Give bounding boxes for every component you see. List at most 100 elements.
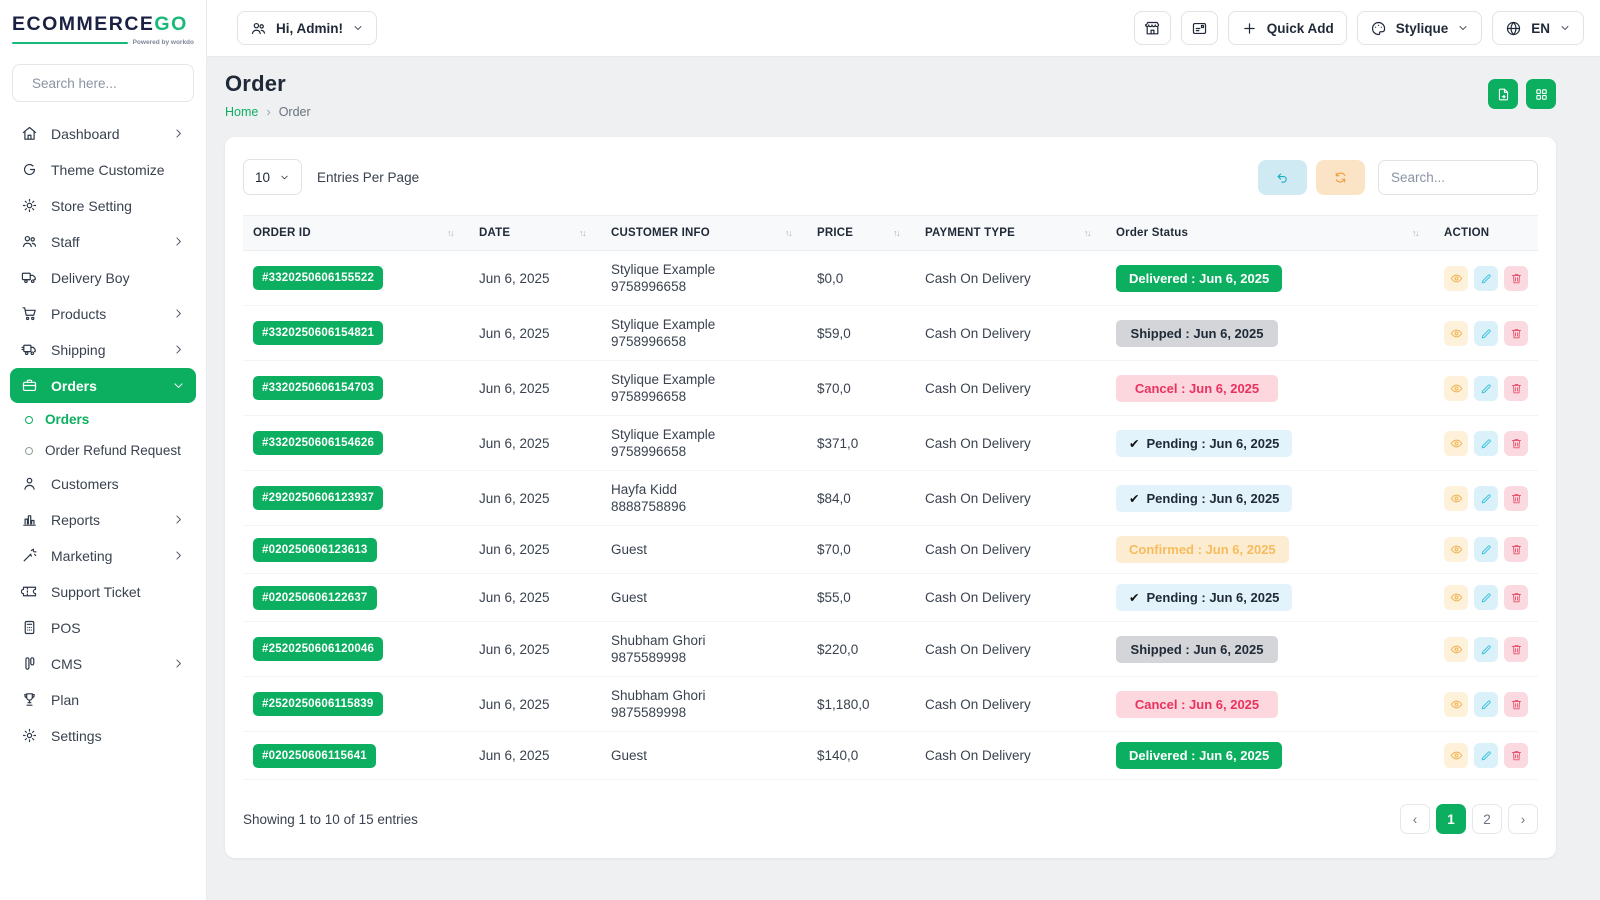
edit-order-button[interactable] [1474, 743, 1498, 768]
sort-icon[interactable]: ↑↓ [1084, 228, 1096, 238]
pagination-page-1[interactable]: 1 [1436, 804, 1466, 834]
status-label: Pending : Jun 6, 2025 [1146, 590, 1279, 605]
edit-order-button[interactable] [1474, 486, 1498, 511]
page-number: 2 [1483, 812, 1491, 827]
edit-order-button[interactable] [1474, 692, 1498, 717]
view-order-button[interactable] [1444, 637, 1468, 662]
view-order-button[interactable] [1444, 266, 1468, 291]
grid-view-button[interactable] [1526, 79, 1556, 109]
payment-type: Cash On Delivery [915, 251, 1106, 306]
storefront-button[interactable] [1134, 11, 1171, 45]
sidebar-item-label: Store Setting [51, 198, 132, 214]
sort-icon[interactable]: ↑↓ [893, 228, 905, 238]
sidebar-item-dashboard[interactable]: Dashboard [10, 116, 196, 151]
theme-select-button[interactable]: Stylique [1357, 11, 1483, 45]
sidebar-item-products[interactable]: Products [10, 296, 196, 331]
view-order-button[interactable] [1444, 743, 1468, 768]
export-button[interactable] [1488, 79, 1518, 109]
sidebar-search-input[interactable] [32, 76, 207, 91]
edit-order-button[interactable] [1474, 537, 1498, 562]
view-order-button[interactable] [1444, 431, 1468, 456]
sidebar-item-plan[interactable]: Plan [10, 682, 196, 717]
delete-order-button[interactable] [1504, 743, 1528, 768]
sidebar-item-store-setting[interactable]: Store Setting [10, 188, 196, 223]
delete-order-button[interactable] [1504, 376, 1528, 401]
table-row: #3320250606155522Jun 6, 2025Stylique Exa… [243, 251, 1538, 306]
sidebar-item-customers[interactable]: Customers [10, 466, 196, 501]
column-header-customer-info[interactable]: CUSTOMER INFO↑↓ [601, 216, 807, 251]
view-order-button[interactable] [1444, 537, 1468, 562]
edit-order-button[interactable] [1474, 637, 1498, 662]
edit-order-button[interactable] [1474, 431, 1498, 456]
sort-icon[interactable]: ↑↓ [1412, 228, 1424, 238]
delete-order-button[interactable] [1504, 637, 1528, 662]
orders-table-body: #3320250606155522Jun 6, 2025Stylique Exa… [243, 251, 1538, 780]
delete-order-button[interactable] [1504, 692, 1528, 717]
sidebar-item-marketing[interactable]: Marketing [10, 538, 196, 573]
order-id-badge[interactable]: #3320250606154626 [253, 431, 383, 455]
sidebar-item-settings[interactable]: Settings [10, 718, 196, 753]
sidebar-item-orders[interactable]: Orders [10, 368, 196, 403]
order-id-badge[interactable]: #3320250606154703 [253, 376, 383, 400]
view-order-button[interactable] [1444, 692, 1468, 717]
delete-order-button[interactable] [1504, 321, 1528, 346]
view-order-button[interactable] [1444, 486, 1468, 511]
view-order-button[interactable] [1444, 321, 1468, 346]
edit-order-button[interactable] [1474, 585, 1498, 610]
delete-order-button[interactable] [1504, 537, 1528, 562]
quick-add-button[interactable]: Quick Add [1228, 11, 1347, 45]
sidebar-item-shipping[interactable]: Shipping [10, 332, 196, 367]
sort-icon[interactable]: ↑↓ [785, 228, 797, 238]
pagination-page-2[interactable]: 2 [1472, 804, 1502, 834]
edit-order-button[interactable] [1474, 266, 1498, 291]
admin-menu-button[interactable]: Hi, Admin! [237, 11, 377, 45]
edit-order-button[interactable] [1474, 376, 1498, 401]
sidebar-item-support-ticket[interactable]: Support Ticket [10, 574, 196, 609]
edit-order-button[interactable] [1474, 321, 1498, 346]
column-header-order-id[interactable]: ORDER ID↑↓ [243, 216, 469, 251]
undo-button[interactable] [1258, 160, 1307, 195]
column-header-payment-type[interactable]: PAYMENT TYPE↑↓ [915, 216, 1106, 251]
column-header-date[interactable]: DATE↑↓ [469, 216, 601, 251]
sidebar-item-cms[interactable]: CMS [10, 646, 196, 681]
order-id-badge[interactable]: #020250606123613 [253, 538, 377, 562]
theme-icon [21, 161, 38, 178]
status-badge: ✔Pending : Jun 6, 2025 [1116, 584, 1292, 611]
delete-order-button[interactable] [1504, 486, 1528, 511]
delete-order-button[interactable] [1504, 585, 1528, 610]
column-header-price[interactable]: PRICE↑↓ [807, 216, 915, 251]
eye-icon [1450, 749, 1463, 762]
view-order-button[interactable] [1444, 376, 1468, 401]
order-id-badge[interactable]: #2520250606115839 [253, 692, 383, 716]
sidebar-search[interactable] [12, 64, 194, 102]
order-id-badge[interactable]: #2520250606120046 [253, 637, 383, 661]
pagination-prev-button[interactable]: ‹ [1400, 804, 1430, 834]
table-search-input[interactable] [1378, 160, 1538, 195]
sidebar-item-delivery-boy[interactable]: Delivery Boy [10, 260, 196, 295]
customer-name: Guest [611, 541, 797, 558]
sort-icon[interactable]: ↑↓ [447, 228, 459, 238]
order-id-badge[interactable]: #020250606115641 [253, 744, 376, 768]
sidebar-item-staff[interactable]: Staff [10, 224, 196, 259]
pagination-next-button[interactable]: › [1508, 804, 1538, 834]
refresh-button[interactable] [1316, 160, 1365, 195]
delete-order-button[interactable] [1504, 266, 1528, 291]
per-page-select[interactable]: 10 [243, 159, 302, 195]
sidebar-item-theme-customize[interactable]: Theme Customize [10, 152, 196, 187]
order-id-badge[interactable]: #2920250606123937 [253, 486, 383, 510]
view-order-button[interactable] [1444, 585, 1468, 610]
order-id-badge[interactable]: #3320250606154821 [253, 321, 383, 345]
card-button[interactable] [1181, 11, 1218, 45]
sidebar-subitem-orders[interactable]: Orders [10, 404, 196, 435]
breadcrumb-home-link[interactable]: Home [225, 105, 258, 119]
column-header-order-status[interactable]: Order Status↑↓ [1106, 216, 1434, 251]
sidebar-item-reports[interactable]: Reports [10, 502, 196, 537]
sort-icon[interactable]: ↑↓ [579, 228, 591, 238]
order-id-badge[interactable]: #020250606122637 [253, 586, 377, 610]
language-select-button[interactable]: EN [1492, 11, 1584, 45]
order-id-badge[interactable]: #3320250606155522 [253, 266, 383, 290]
sidebar-subitem-order-refund-request[interactable]: Order Refund Request [10, 435, 196, 466]
sidebar-item-pos[interactable]: POS [10, 610, 196, 645]
brand-logo[interactable]: ECOMMERCEGO Powered by workdo [0, 0, 206, 54]
delete-order-button[interactable] [1504, 431, 1528, 456]
